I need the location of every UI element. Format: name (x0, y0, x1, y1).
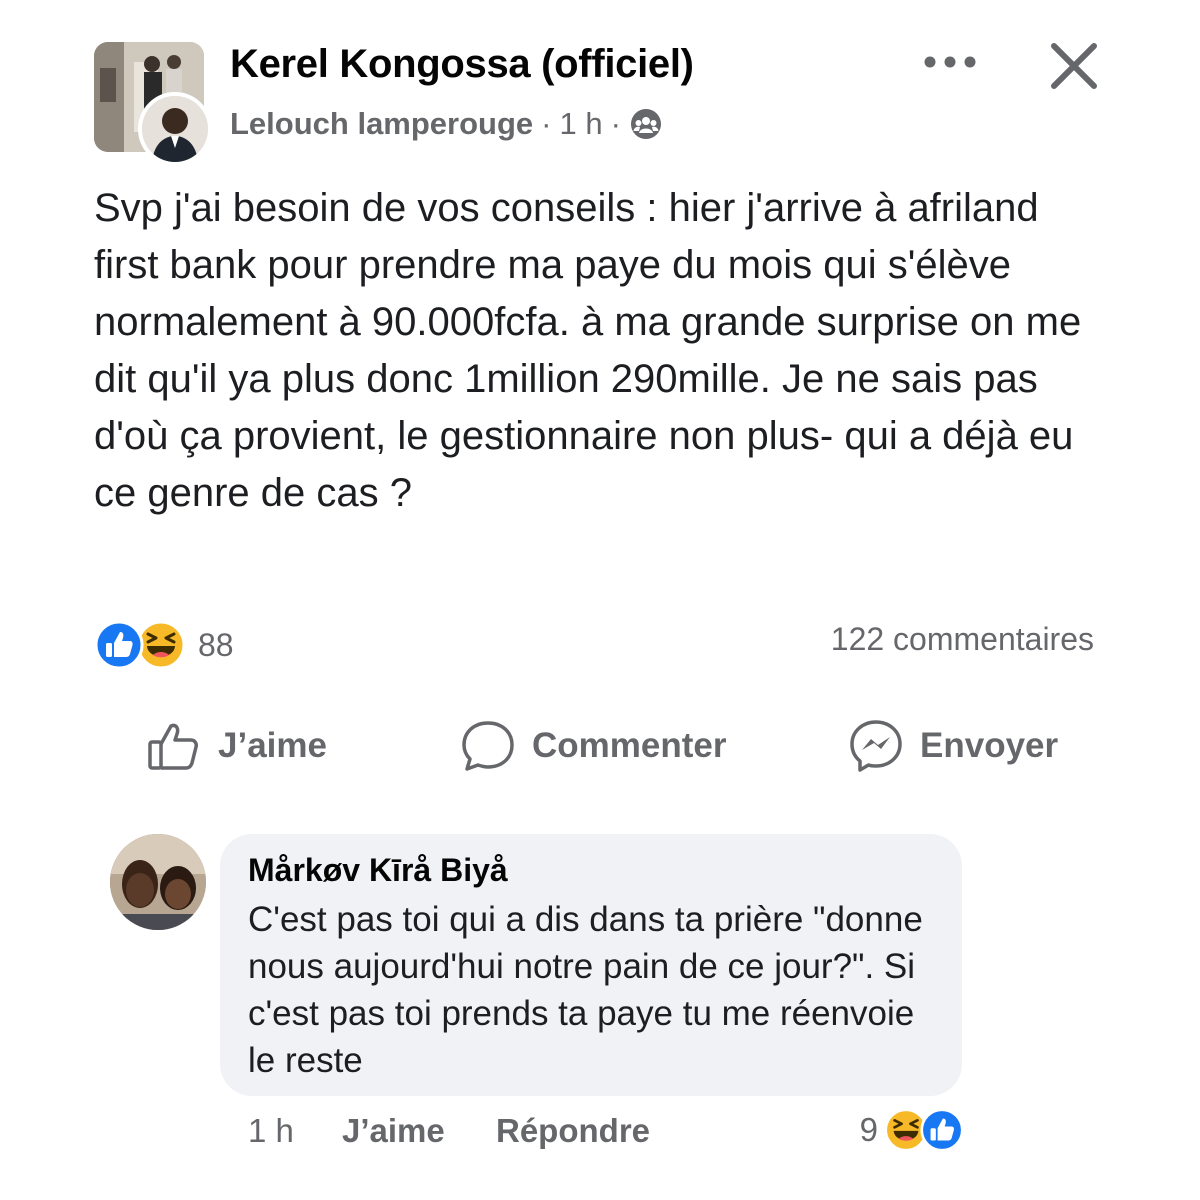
comment-text: C'est pas toi qui a dis dans ta prière "… (248, 900, 923, 1080)
send-label: Envoyer (920, 726, 1059, 765)
comment-button[interactable]: Commenter (460, 718, 726, 774)
comment-reaction-count: 9 (859, 1111, 878, 1148)
send-button[interactable]: Envoyer (848, 718, 1058, 774)
page-name[interactable]: Kerel Kongossa (officiel) (230, 42, 694, 87)
group-members-icon (630, 109, 661, 139)
comment-bubble-icon (462, 721, 514, 771)
post-meta: Lelouch lamperouge · 1 h · (230, 106, 663, 142)
comment-reactions[interactable]: 9 (860, 1108, 964, 1152)
more-options-icon[interactable] (920, 44, 980, 80)
post-action-bar: J’aime Commenter Envoyer (58, 718, 1130, 778)
post-avatar-group[interactable] (94, 42, 212, 166)
post-reactions[interactable]: 88 (94, 620, 234, 670)
comment-like-button[interactable]: J’aime (342, 1112, 445, 1150)
comment-bubble: Mårkøv Kīrå Biyå C'est pas toi qui a dis… (220, 834, 962, 1096)
comment-item: Mårkøv Kīrå Biyå C'est pas toi qui a dis… (82, 822, 990, 1164)
thumbs-up-icon (148, 723, 198, 770)
like-icon (94, 620, 144, 670)
comment-time[interactable]: 1 h (248, 1112, 294, 1150)
post-card: Kerel Kongossa (officiel) Lelouch lamper… (58, 18, 1130, 788)
comment-reply-button[interactable]: Répondre (496, 1112, 650, 1150)
like-icon (920, 1108, 964, 1152)
author-name[interactable]: Lelouch lamperouge (230, 106, 533, 142)
post-time[interactable]: 1 h (560, 106, 603, 142)
commenter-avatar[interactable] (110, 834, 206, 930)
comment-label: Commenter (532, 726, 727, 765)
comments-count[interactable]: 122 commentaires (831, 621, 1094, 658)
close-icon[interactable] (1046, 38, 1102, 94)
author-avatar[interactable] (138, 92, 212, 166)
like-label: J’aime (218, 726, 327, 765)
like-button[interactable]: J’aime (146, 718, 327, 774)
messenger-icon (850, 720, 902, 772)
reaction-count: 88 (198, 626, 234, 663)
commenter-name[interactable]: Mårkøv Kīrå Biyå (248, 852, 508, 889)
post-body-text: Svp j'ai besoin de vos conseils : hier j… (94, 186, 1082, 515)
meta-separator: · (541, 106, 552, 141)
meta-separator: · (610, 106, 621, 141)
